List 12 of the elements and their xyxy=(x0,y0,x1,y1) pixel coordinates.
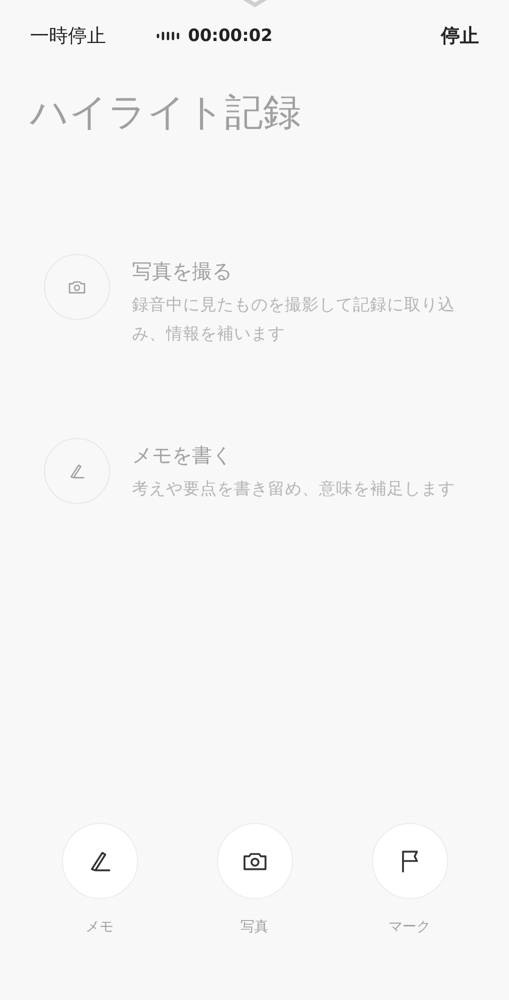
action-label: 写真 xyxy=(240,918,268,937)
stop-button[interactable]: 停止 xyxy=(441,22,479,50)
sound-level-icon xyxy=(156,30,182,42)
hint-description: 考えや要点を書き留め、意味を補足します xyxy=(132,478,455,500)
hint-title: メモを書く xyxy=(132,442,233,469)
page-title: ハイライト記録 xyxy=(28,88,302,136)
action-label: メモ xyxy=(86,918,114,937)
hint-description: 録音中に見たものを撮影して記録に取り込み、情報を補います xyxy=(132,294,456,345)
action-label: マーク xyxy=(388,918,430,937)
pause-button[interactable]: 一時停止 xyxy=(30,22,106,50)
hint-title: 写真を撮る xyxy=(132,258,233,285)
recording-timer: 00:00:02 xyxy=(188,24,273,48)
